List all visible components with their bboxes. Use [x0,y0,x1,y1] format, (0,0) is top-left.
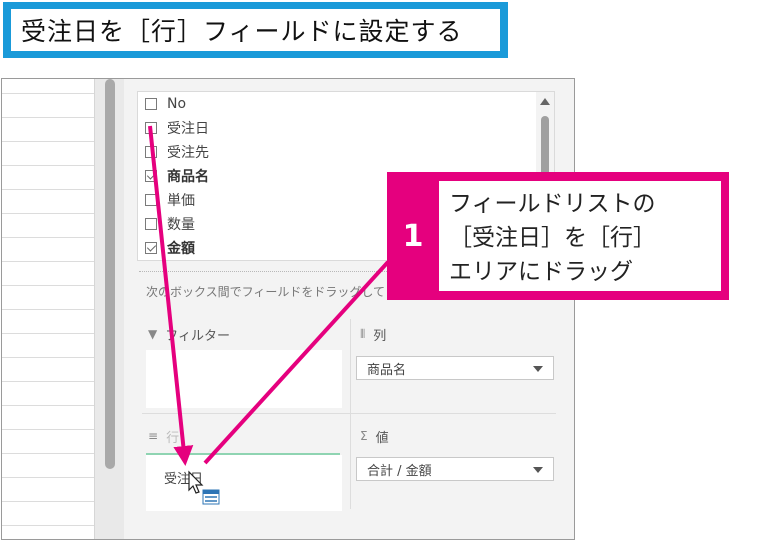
field-item-product[interactable]: 商品名 [145,165,209,187]
values-area-label: 値 [375,430,389,446]
drag-cursor-icon [188,470,220,505]
field-checkbox-checked[interactable] [145,242,157,254]
field-label: 商品名 [167,169,209,185]
field-label: 受注先 [167,145,209,161]
field-checkbox-checked[interactable] [145,170,157,182]
callout-line: フィールドリストの [449,191,656,217]
area-divider-horizontal [142,413,556,414]
filter-area-label: フィルター [165,328,230,344]
values-area-header: Σ 値 [360,425,389,447]
rows-area-header: ≡ 行 [148,425,179,447]
field-item-amount[interactable]: 金額 [145,237,195,259]
field-item-no[interactable]: No [145,93,186,115]
columns-area-label: 列 [373,328,387,344]
field-checkbox[interactable] [145,122,157,134]
rows-area-label: 行 [166,430,180,446]
field-checkbox[interactable] [145,194,157,206]
field-item-unit-price[interactable]: 単価 [145,189,195,211]
columns-field-value: 商品名 [367,362,407,378]
values-field-value: 合計 / 金額 [367,463,432,479]
columns-area-header: ⦀ 列 [360,323,386,345]
worksheet-grid [2,79,94,539]
excel-screenshot: No 受注日 受注先 商品名 単価 数量 金額 次のボックス間でフィールドをドラ… [1,78,575,540]
sigma-icon: Σ [360,429,368,443]
step-instruction: フィールドリストの ［受注日］を［行］ エリアにドラッグ [439,181,721,291]
field-label: 数量 [167,217,195,233]
field-label: 金額 [167,241,195,257]
rows-icon: ≡ [148,429,159,443]
title-banner: 受注日を［行］フィールドに設定する [3,2,508,58]
field-item-customer[interactable]: 受注先 [145,141,209,163]
scroll-up-arrow-icon[interactable] [540,98,550,105]
values-field-dropdown[interactable]: 合計 / 金額 [356,457,554,481]
field-label: 単価 [167,193,195,209]
field-checkbox[interactable] [145,98,157,110]
callout-line: エリアにドラッグ [449,259,633,285]
page-title: 受注日を［行］フィールドに設定する [11,9,500,51]
callout-line: ［受注日］を［行］ [449,225,656,251]
columns-icon: ⦀ [360,326,366,341]
filter-icon: ▼ [148,327,158,341]
chevron-down-icon[interactable] [533,467,543,473]
field-label: 受注日 [167,121,209,137]
pivot-field-pane: No 受注日 受注先 商品名 単価 数量 金額 次のボックス間でフィールドをドラ… [124,79,574,539]
step-callout: 1 フィールドリストの ［受注日］を［行］ エリアにドラッグ [387,172,729,300]
drop-insert-indicator [146,453,340,455]
step-number: 1 [402,218,424,254]
field-item-order-date[interactable]: 受注日 [145,117,209,139]
area-divider-vertical [350,319,351,509]
columns-field-dropdown[interactable]: 商品名 [356,356,554,380]
pane-scrollbar-thumb[interactable] [105,79,115,469]
field-checkbox[interactable] [145,218,157,230]
field-item-quantity[interactable]: 数量 [145,213,195,235]
chevron-down-icon[interactable] [533,366,543,372]
filter-drop-area[interactable] [146,350,342,408]
filter-area-header: ▼ フィルター [148,323,230,345]
field-checkbox[interactable] [145,146,157,158]
field-label: No [167,96,187,112]
pane-scrollbar[interactable] [94,79,125,539]
